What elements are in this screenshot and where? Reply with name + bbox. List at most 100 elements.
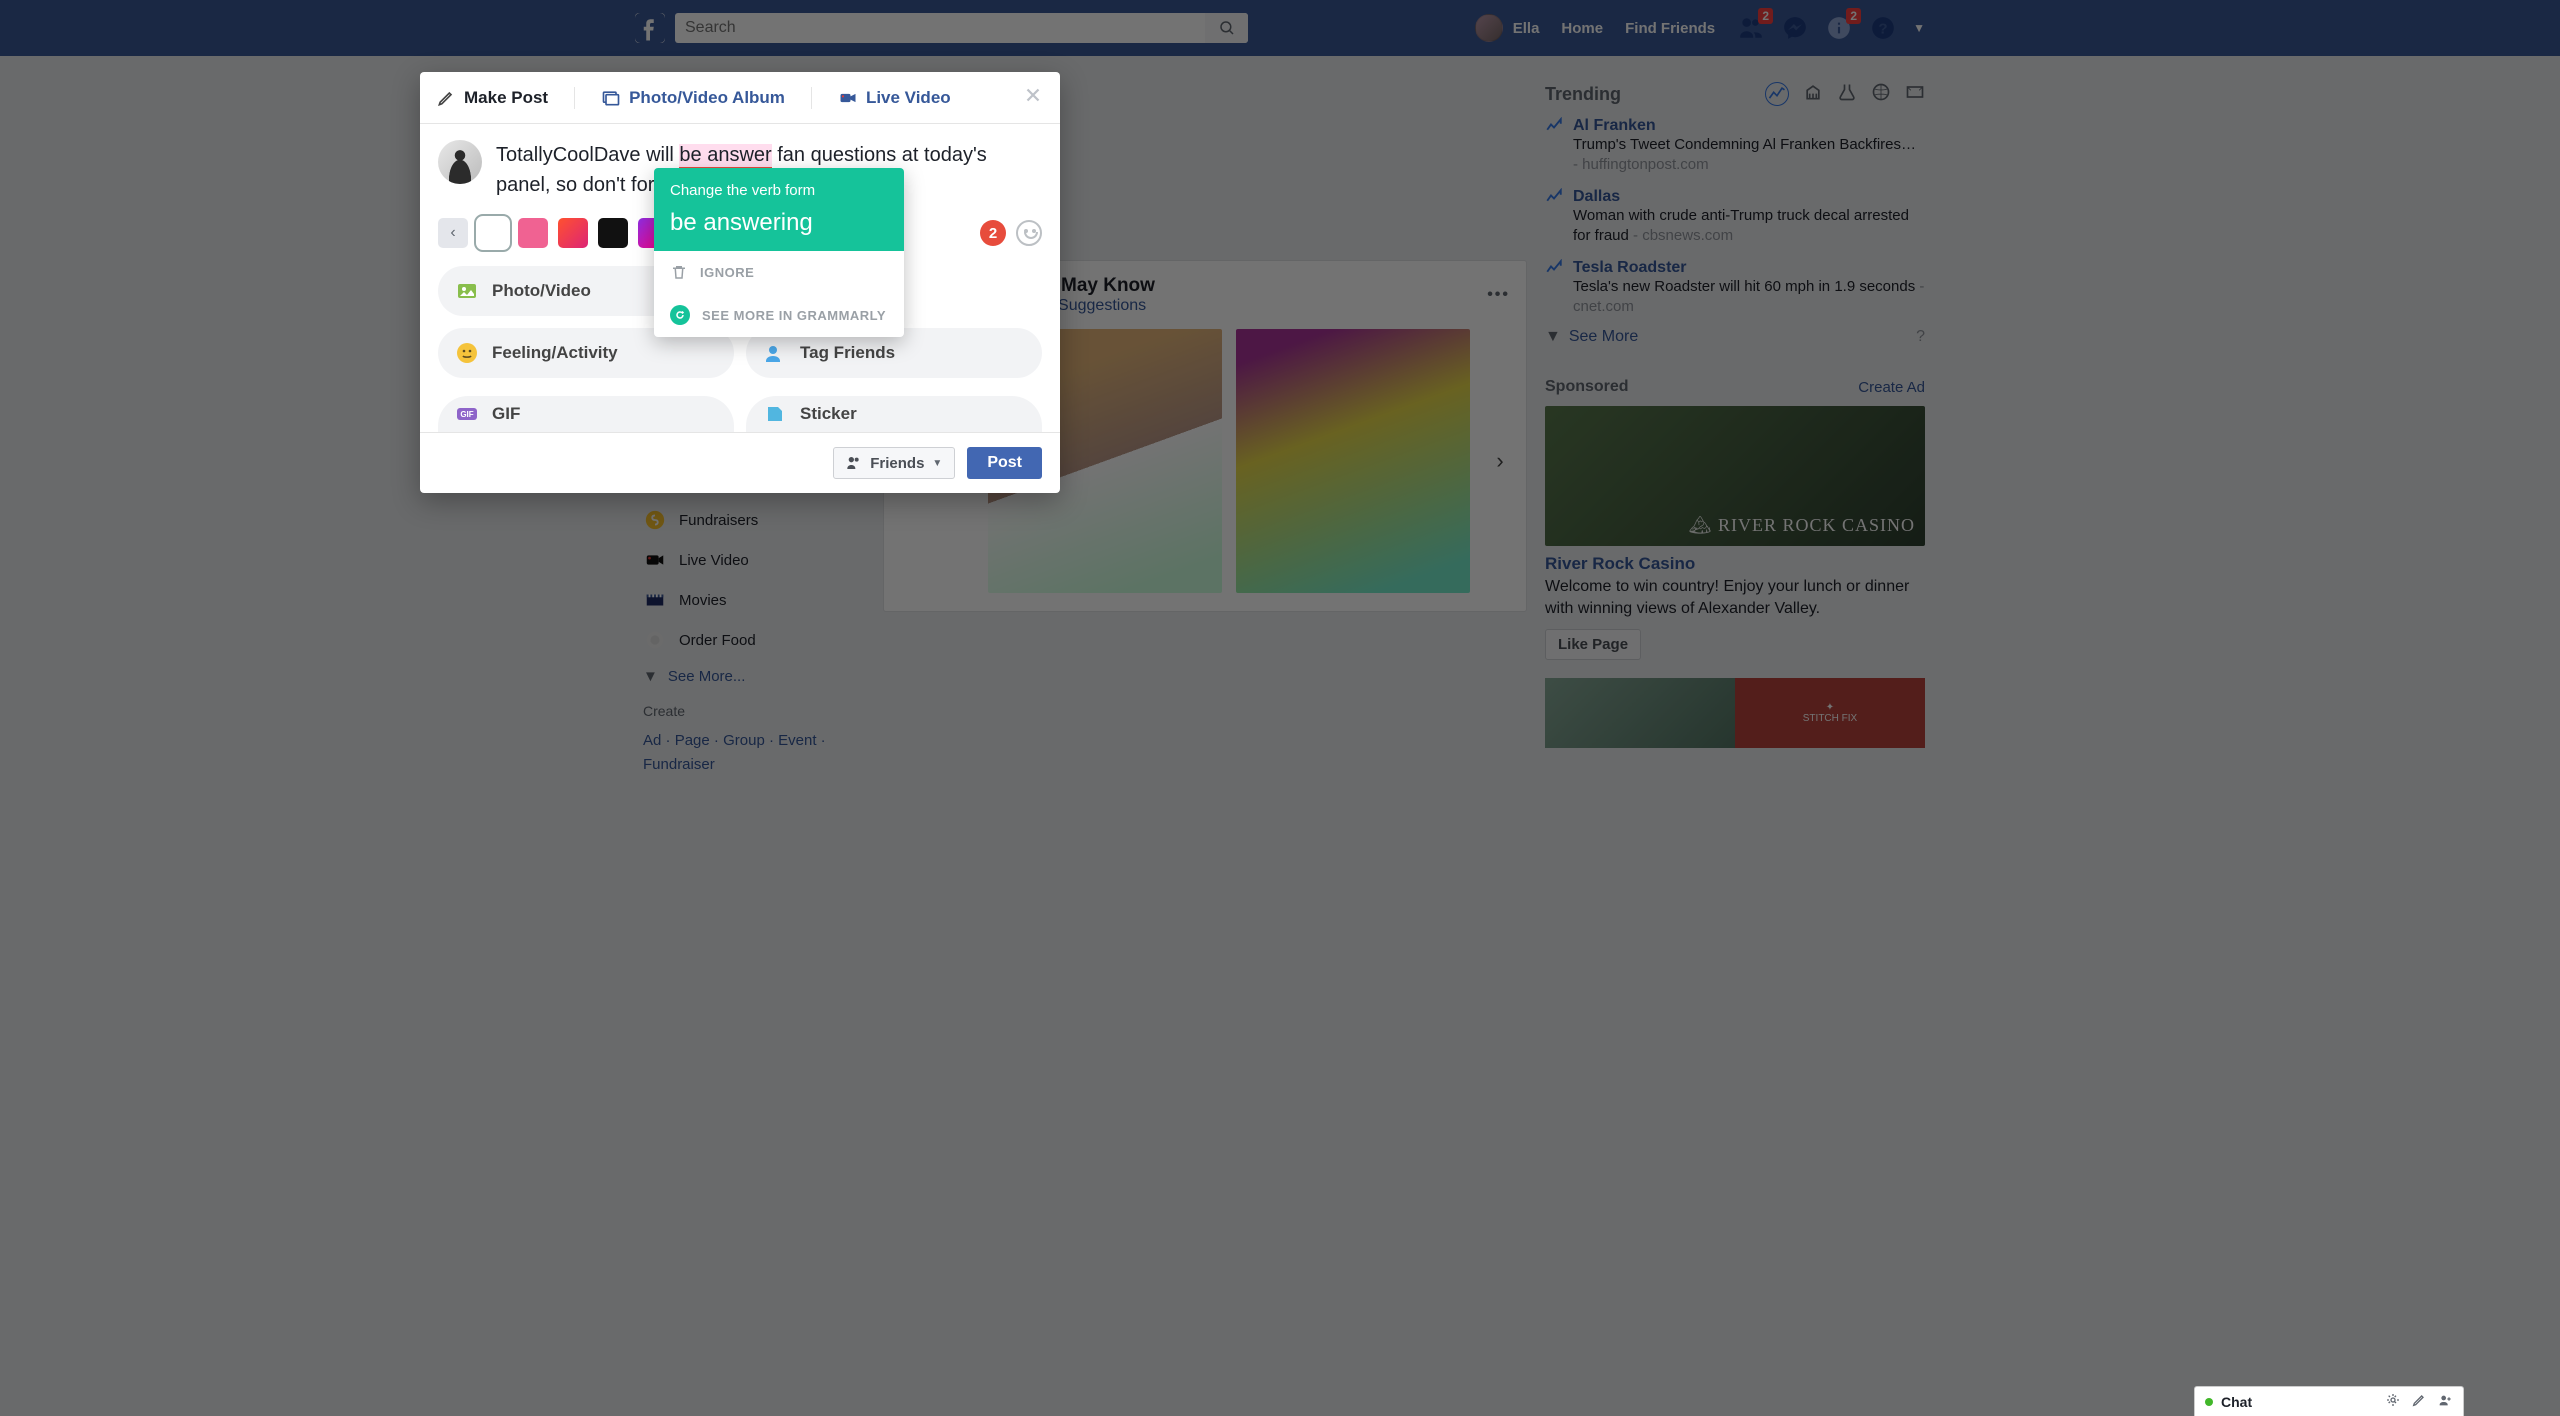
palette-black[interactable] [598, 218, 628, 248]
trending-tabs [1765, 82, 1925, 107]
grammarly-ignore[interactable]: IGNORE [654, 251, 904, 293]
trending-card: Trending Al FrankenTrump's Tweet Condemn… [1545, 70, 1925, 346]
grammarly-suggestion-text: be answering [670, 209, 888, 237]
trending-item[interactable]: DallasWoman with crude anti-Trump truck … [1545, 178, 1925, 249]
palette-white[interactable] [478, 218, 508, 248]
close-button[interactable] [1022, 84, 1044, 111]
sidebar-order-food[interactable]: Order Food [635, 620, 865, 660]
grammar-error[interactable]: be answer [679, 144, 771, 169]
messenger-icon[interactable] [1781, 14, 1809, 42]
sponsor-name[interactable]: River Rock Casino [1545, 554, 1925, 574]
grammarly-see-more[interactable]: SEE MORE IN GRAMMARLY [654, 293, 904, 337]
palette-pink[interactable] [518, 218, 548, 248]
trending-tab-top[interactable] [1765, 82, 1789, 106]
trending-title: Trending [1545, 84, 1621, 105]
trending-tab-sports[interactable] [1871, 82, 1891, 107]
trend-source: cnet.com [1573, 298, 1634, 315]
trend-name: Tesla Roadster [1573, 259, 1925, 277]
grammarly-suggestion[interactable]: Change the verb form be answering [654, 168, 904, 251]
trending-item[interactable]: Tesla RoadsterTesla's new Roadster will … [1545, 249, 1925, 320]
fundraisers-icon [643, 508, 667, 532]
trend-icon [1545, 188, 1563, 245]
like-page-button[interactable]: Like Page [1545, 629, 1641, 660]
tab-label: Make Post [464, 88, 548, 108]
gear-icon[interactable] [2385, 1392, 2401, 1411]
facebook-logo[interactable] [635, 13, 665, 43]
feeling-icon [454, 340, 480, 366]
trend-icon [1545, 259, 1563, 316]
tab-photo-video-album[interactable]: Photo/Video Album [601, 88, 785, 108]
sidebar-item-label: Movies [679, 592, 727, 609]
sponsored-image[interactable]: 🏔 RIVER ROCK CASINO [1545, 406, 1925, 546]
trending-tab-science[interactable] [1837, 82, 1857, 107]
compose-icon[interactable] [2411, 1392, 2427, 1411]
sponsor-strip-img[interactable] [1545, 678, 1735, 748]
tab-make-post[interactable]: Make Post [436, 88, 548, 108]
live-video-icon [643, 548, 667, 572]
create-ad[interactable]: Ad [643, 732, 661, 749]
pymk-menu[interactable]: ••• [1487, 286, 1510, 304]
palette-prev[interactable]: ‹ [438, 218, 468, 248]
order-food-icon [643, 628, 667, 652]
sidebar-movies[interactable]: Movies [635, 580, 865, 620]
online-dot-icon [2205, 1398, 2213, 1406]
grammarly-error-count[interactable]: 2 [980, 220, 1006, 246]
top-nav: Ella Home Find Friends 2 2 ? ▼ [0, 0, 2560, 56]
trending-tab-entertainment[interactable] [1905, 82, 1925, 107]
trending-item[interactable]: Al FrankenTrump's Tweet Condemning Al Fr… [1545, 107, 1925, 178]
trending-see-more[interactable]: ▼See More? [1545, 320, 1925, 346]
grammarly-popover: Change the verb form be answering IGNORE… [654, 168, 904, 337]
friends-icon[interactable]: 2 [1737, 14, 1765, 42]
add-friend-icon[interactable] [2437, 1392, 2453, 1411]
create-ad-link[interactable]: Create Ad [1858, 379, 1925, 396]
avatar [1475, 14, 1503, 42]
sidebar-see-more[interactable]: ▼See More... [635, 660, 865, 693]
sponsor-brand: RIVER ROCK CASINO [1718, 515, 1915, 535]
chat-label: Chat [2221, 1394, 2252, 1410]
create-group[interactable]: Group [723, 732, 765, 749]
search-bar [675, 13, 1248, 43]
sidebar-item-label: Live Video [679, 552, 749, 569]
sponsored-header: Sponsored [1545, 378, 1629, 396]
nav-user[interactable]: Ella [1475, 14, 1540, 42]
grammarly-logo-icon [670, 305, 690, 325]
option-sticker[interactable]: Sticker [746, 396, 1042, 432]
help-icon[interactable]: ? [1916, 328, 1925, 346]
search-button[interactable] [1205, 13, 1248, 43]
palette-red-gradient[interactable] [558, 218, 588, 248]
search-input[interactable] [675, 19, 1205, 37]
sidebar-item-label: Order Food [679, 632, 756, 649]
nav-user-name: Ella [1513, 20, 1540, 37]
emoji-picker-button[interactable] [1016, 220, 1042, 246]
tab-live-video[interactable]: Live Video [838, 88, 951, 108]
trend-icon [1545, 117, 1563, 174]
nav-home[interactable]: Home [1561, 20, 1603, 37]
option-gif[interactable]: GIFGIF [438, 396, 734, 432]
trend-source: cbsnews.com [1642, 227, 1733, 244]
svg-text:GIF: GIF [460, 410, 473, 419]
sponsored-card: Sponsored Create Ad 🏔 RIVER ROCK CASINO … [1545, 366, 1925, 748]
post-button[interactable]: Post [967, 447, 1042, 479]
create-links: Ad · Page · Group · Event · Fundraiser [635, 723, 865, 783]
sidebar-live-video[interactable]: Live Video [635, 540, 865, 580]
trending-tab-politics[interactable] [1803, 82, 1823, 107]
nav-find-friends[interactable]: Find Friends [1625, 20, 1715, 37]
account-menu-caret[interactable]: ▼ [1913, 21, 1925, 35]
sidebar-fundraisers[interactable]: Fundraisers [635, 500, 865, 540]
create-fundraiser[interactable]: Fundraiser [643, 756, 715, 773]
tab-label: Photo/Video Album [629, 88, 785, 108]
pymk-suggestion-2[interactable] [1236, 329, 1470, 593]
notifications-icon[interactable]: 2 [1825, 14, 1853, 42]
audience-selector[interactable]: Friends ▼ [833, 447, 955, 479]
pymk-next[interactable]: › [1484, 329, 1516, 593]
help-icon[interactable]: ? [1869, 14, 1897, 42]
trend-source: huffingtonpost.com [1582, 156, 1708, 173]
create-page[interactable]: Page [675, 732, 710, 749]
composer-avatar [438, 140, 482, 184]
trend-name: Dallas [1573, 188, 1925, 206]
create-event[interactable]: Event [778, 732, 816, 749]
sponsor-desc: Welcome to win country! Enjoy your lunch… [1545, 576, 1925, 619]
sponsor-strip-brand[interactable]: ✦STITCH FIX [1735, 678, 1925, 748]
movies-icon [643, 588, 667, 612]
chat-tab[interactable]: Chat [2194, 1386, 2464, 1416]
